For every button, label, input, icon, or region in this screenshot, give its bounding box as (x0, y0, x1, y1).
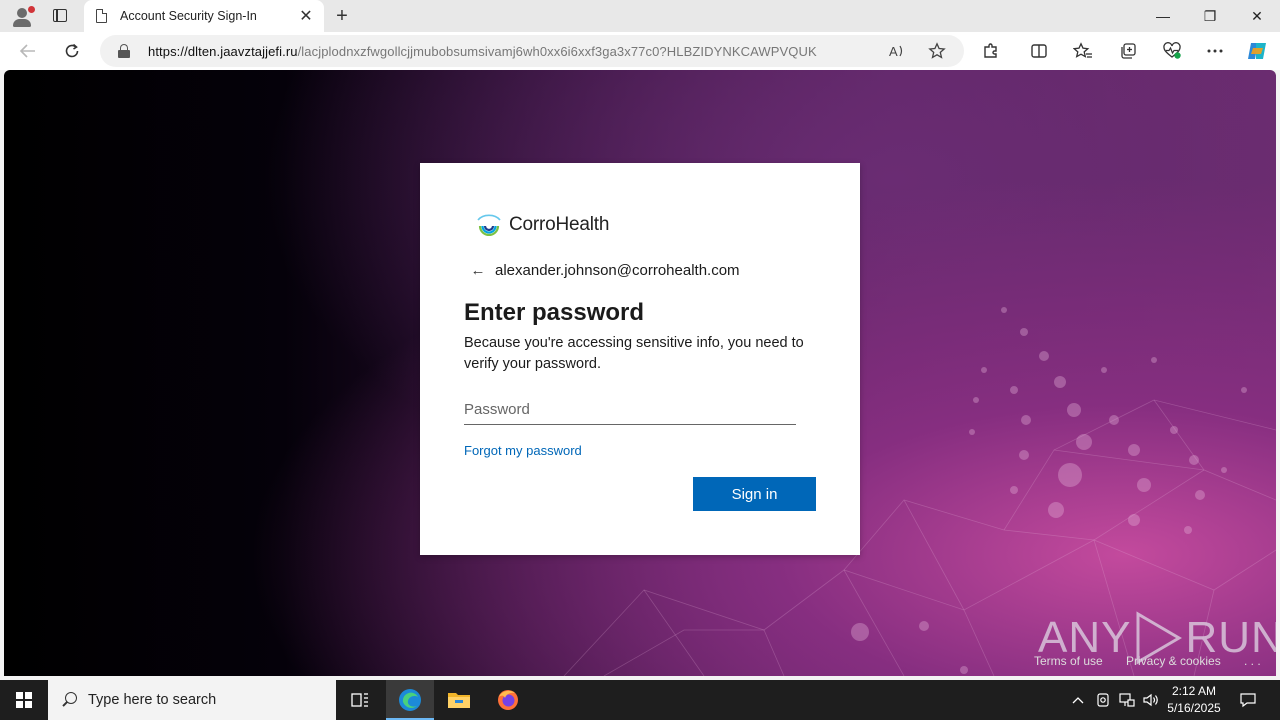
watermark-left: ANY (1038, 613, 1132, 662)
lock-icon[interactable] (118, 44, 130, 58)
firefox-icon[interactable] (484, 680, 532, 720)
close-window-button[interactable]: ✕ (1234, 0, 1280, 32)
password-input[interactable] (464, 395, 796, 425)
start-button[interactable] (0, 680, 48, 720)
taskbar: Type here to search 2:12 AM 5/16/2025 (0, 680, 1280, 720)
copilot-icon[interactable] (1244, 39, 1270, 63)
brand-name: CorroHealth (509, 214, 610, 235)
minimize-button[interactable]: — (1140, 0, 1186, 32)
tab-title: Account Security Sign-In (120, 9, 257, 23)
forgot-password-link[interactable]: Forgot my password (464, 443, 582, 458)
collections-icon[interactable] (1115, 39, 1141, 63)
chevron-up-icon[interactable] (1068, 680, 1088, 720)
edge-taskbar-icon[interactable] (386, 680, 434, 720)
file-explorer-icon[interactable] (435, 680, 483, 720)
puzzle-icon[interactable] (978, 39, 1004, 63)
browser-toolbar: https://dlten.jaavztajjefi.ru/lacjplodnx… (0, 32, 1280, 70)
back-arrow-icon[interactable] (15, 39, 41, 63)
play-icon (1136, 611, 1183, 665)
signin-card: CorroHealth ← alexander.johnson@corrohea… (420, 163, 860, 555)
tab-actions-icon[interactable] (48, 6, 70, 26)
url-host: https://dlten.jaavztajjefi.ru (148, 43, 298, 59)
task-view-icon[interactable] (336, 680, 384, 720)
page-icon (96, 9, 107, 23)
refresh-icon[interactable] (59, 39, 85, 63)
notification-icon[interactable] (1234, 680, 1262, 720)
clock-date: 5/16/2025 (1167, 701, 1221, 715)
read-aloud-icon[interactable]: A (886, 41, 908, 61)
tab-account-security[interactable]: Account Security Sign-In ✕ (84, 0, 324, 32)
signin-button[interactable]: Sign in (693, 477, 816, 511)
search-icon (62, 692, 78, 708)
clock-time: 2:12 AM (1171, 684, 1217, 698)
network-icon[interactable] (1116, 680, 1138, 720)
url-path: /lacjplodnxzfwgollcjjmubobsumsivamj6wh0x… (297, 43, 817, 59)
corrohealth-logo: CorroHealth (476, 213, 609, 237)
account-email: alexander.johnson@corrohealth.com (495, 261, 740, 279)
split-screen-icon[interactable] (1026, 39, 1052, 63)
address-bar[interactable]: https://dlten.jaavztajjefi.ru/lacjplodnx… (100, 35, 964, 67)
device-icon[interactable] (1092, 680, 1114, 720)
search-placeholder: Type here to search (88, 692, 217, 708)
profile-icon[interactable] (8, 4, 36, 28)
new-tab-button[interactable]: + (330, 4, 354, 28)
corrohealth-logo-icon (476, 214, 506, 237)
back-arrow-icon[interactable]: ← (466, 259, 490, 281)
volume-icon[interactable] (1140, 680, 1162, 720)
identity-banner: ← alexander.johnson@corrohealth.com (466, 259, 740, 281)
watermark-right: RUN (1185, 613, 1276, 662)
favorites-icon[interactable] (1070, 39, 1096, 63)
restore-button[interactable]: ❐ (1187, 0, 1233, 32)
url-text[interactable]: https://dlten.jaavztajjefi.ru/lacjplodnx… (148, 44, 817, 59)
windows-logo-icon (16, 692, 32, 708)
taskbar-search[interactable]: Type here to search (48, 680, 336, 720)
heart-pulse-icon[interactable] (1159, 39, 1185, 63)
star-icon[interactable] (926, 41, 948, 61)
web-page: CorroHealth ← alexander.johnson@corrohea… (4, 70, 1276, 676)
svg-text:A: A (889, 44, 898, 59)
taskbar-clock[interactable]: 2:12 AM 5/16/2025 (1164, 683, 1224, 717)
anyrun-watermark: ANY RUN (1038, 610, 1276, 666)
page-title: Enter password (464, 299, 645, 326)
description-text: Because you're accessing sensitive info,… (464, 335, 804, 372)
browser-tab-strip: Account Security Sign-In ✕ + — ❐ ✕ (0, 0, 1280, 32)
tab-close-icon[interactable]: ✕ (294, 4, 318, 28)
more-icon[interactable] (1202, 39, 1228, 63)
